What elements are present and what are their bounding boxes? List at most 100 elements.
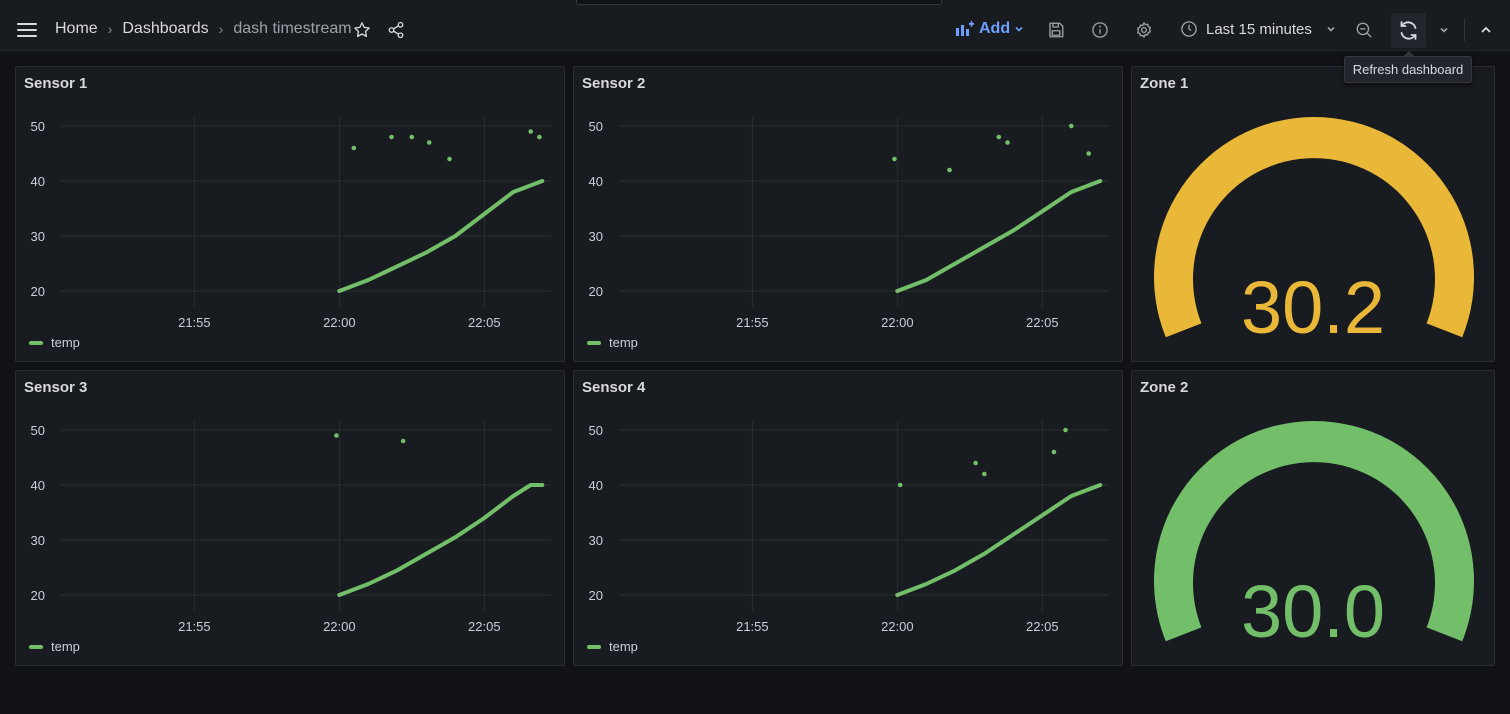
data-point (892, 156, 897, 162)
x-tick-label: 22:00 (323, 315, 356, 330)
data-point (334, 433, 339, 438)
x-tick-label: 22:00 (881, 315, 914, 330)
data-point (528, 129, 534, 134)
x-tick-label: 22:00 (881, 619, 914, 634)
data-point (973, 460, 978, 466)
breadcrumb: Home › Dashboards › dash timestream (55, 20, 352, 38)
refresh-interval-dropdown[interactable] (1432, 18, 1456, 42)
legend-item[interactable]: temp (29, 639, 80, 654)
data-point (996, 134, 1002, 140)
data-point (897, 482, 903, 488)
data-point (982, 471, 987, 477)
x-tick-label: 21:55 (178, 619, 211, 634)
add-label: Add (979, 20, 1011, 37)
y-tick-label: 30 (589, 533, 603, 548)
timeseries-chart[interactable]: 20 30 40 50 21:55 22:00 22:05 (574, 67, 1124, 363)
panel-sensor-3[interactable]: Sensor 3 20 30 40 50 21:55 22:00 22:05 temp (15, 370, 565, 666)
data-point (426, 140, 432, 145)
gauge-value: 30.0 (1240, 570, 1386, 653)
legend-swatch (29, 340, 43, 345)
save-icon[interactable] (1044, 18, 1068, 42)
y-tick-label: 50 (31, 423, 45, 438)
legend-swatch (587, 340, 601, 345)
y-tick-label: 50 (589, 423, 603, 438)
y-tick-label: 40 (589, 478, 603, 493)
x-tick-label: 22:00 (323, 619, 356, 634)
legend-swatch (29, 644, 43, 649)
data-point (1086, 151, 1092, 156)
y-tick-label: 30 (31, 533, 45, 548)
gauge-value: 30.2 (1240, 266, 1386, 349)
panel-zone-1[interactable]: Zone 1 30.2 (1131, 66, 1495, 362)
dashboard-navbar: Home › Dashboards › dash timestream Add … (0, 10, 1510, 51)
legend-label: temp (609, 335, 638, 350)
legend-label: temp (51, 335, 80, 350)
panel-zone-2[interactable]: Zone 2 30.0 (1131, 370, 1495, 666)
y-tick-label: 40 (31, 478, 45, 493)
data-point (400, 438, 406, 444)
y-tick-label: 30 (589, 229, 603, 244)
x-tick-label: 22:05 (1026, 315, 1059, 330)
timeseries-chart[interactable]: 20 30 40 50 21:55 22:00 22:05 (16, 67, 566, 363)
chevron-down-icon (1327, 26, 1335, 32)
data-point (1063, 427, 1068, 433)
search-bar[interactable] (576, 0, 942, 5)
share-icon[interactable] (384, 18, 408, 42)
toolbar-divider (1464, 19, 1465, 41)
collapse-icon[interactable] (1474, 18, 1498, 42)
data-point (351, 145, 357, 151)
x-tick-label: 22:05 (468, 315, 501, 330)
breadcrumb-dashboards[interactable]: Dashboards (122, 20, 208, 38)
info-icon[interactable] (1088, 18, 1112, 42)
top-strip (0, 0, 1510, 10)
chevron-right-icon: › (107, 21, 113, 37)
x-tick-label: 22:05 (1026, 619, 1059, 634)
time-range-label: Last 15 minutes (1206, 20, 1312, 38)
gear-icon[interactable] (1132, 18, 1156, 42)
add-panel-icon (956, 21, 974, 36)
timeseries-chart[interactable]: 20 30 40 50 21:55 22:00 22:05 (16, 371, 566, 667)
y-tick-label: 20 (31, 588, 45, 603)
star-icon[interactable] (350, 18, 374, 42)
chevron-down-icon (1015, 26, 1023, 32)
y-tick-label: 40 (589, 174, 603, 189)
legend-swatch (587, 644, 601, 649)
clock-icon (1181, 21, 1197, 37)
chevron-right-icon: › (218, 21, 224, 37)
y-tick-label: 30 (31, 229, 45, 244)
x-tick-label: 21:55 (178, 315, 211, 330)
panel-sensor-2[interactable]: Sensor 2 20 30 40 50 21:55 22:00 22:05 temp (573, 66, 1123, 362)
breadcrumb-current: dash timestream (233, 20, 352, 37)
data-point (389, 134, 394, 140)
data-point (537, 134, 542, 140)
legend-item[interactable]: temp (587, 335, 638, 350)
data-point (947, 167, 952, 173)
x-tick-label: 21:55 (736, 315, 769, 330)
legend-label: temp (51, 639, 80, 654)
panel-sensor-1[interactable]: Sensor 1 20 30 40 50 21:55 22:00 22:05 temp (15, 66, 565, 362)
refresh-tooltip: Refresh dashboard (1344, 51, 1472, 83)
y-tick-label: 20 (31, 284, 45, 299)
data-point (1051, 449, 1057, 455)
legend-item[interactable]: temp (587, 639, 638, 654)
x-tick-label: 21:55 (736, 619, 769, 634)
y-tick-label: 40 (31, 174, 45, 189)
panel-sensor-4[interactable]: Sensor 4 20 30 40 50 21:55 22:00 22:05 temp (573, 370, 1123, 666)
y-tick-label: 20 (589, 588, 603, 603)
y-tick-label: 50 (589, 119, 603, 134)
legend-item[interactable]: temp (29, 335, 80, 350)
zoom-out-icon[interactable] (1352, 18, 1376, 42)
chevron-down-icon (1440, 27, 1448, 33)
time-range-picker[interactable]: Last 15 minutes (1180, 20, 1336, 38)
timeseries-chart[interactable]: 20 30 40 50 21:55 22:00 22:05 (574, 371, 1124, 667)
x-tick-label: 22:05 (468, 619, 501, 634)
add-button[interactable]: Add (955, 20, 1024, 38)
legend-label: temp (609, 639, 638, 654)
breadcrumb-home[interactable]: Home (55, 20, 98, 38)
menu-icon[interactable] (15, 18, 39, 42)
data-point (1069, 123, 1074, 129)
refresh-button[interactable] (1391, 13, 1426, 48)
data-point (1005, 140, 1010, 145)
y-tick-label: 50 (31, 119, 45, 134)
refresh-icon (1400, 21, 1417, 40)
